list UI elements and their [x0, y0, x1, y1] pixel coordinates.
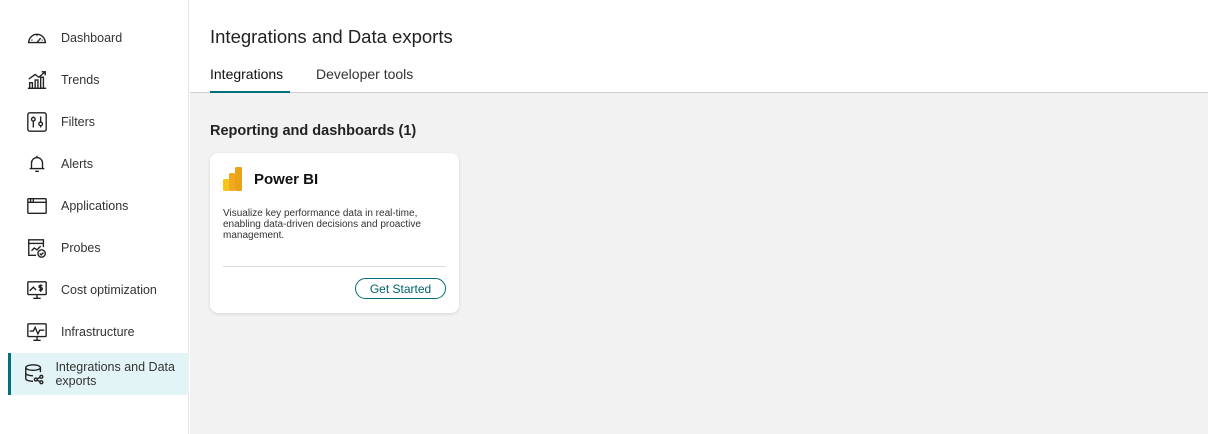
sidebar-item-label: Cost optimization — [61, 283, 157, 297]
sidebar-item-label: Integrations and Data exports — [55, 360, 175, 388]
power-bi-logo — [223, 167, 243, 191]
card-description: Visualize key performance data in real-t… — [223, 208, 421, 241]
tab-bar: Integrations Developer tools — [190, 66, 1208, 94]
sidebar-item-label: Probes — [61, 241, 101, 255]
section-title: Reporting and dashboards (1) — [210, 123, 417, 139]
sidebar-item-probes[interactable]: Probes — [8, 227, 189, 269]
sidebar-item-label: Filters — [61, 115, 96, 129]
tab-integrations[interactable]: Integrations — [210, 66, 290, 94]
page-title: Integrations and Data exports — [210, 26, 453, 47]
monitor-dollar-icon — [22, 275, 52, 305]
card-divider — [223, 266, 446, 267]
sidebar-item-applications[interactable]: Applications — [8, 185, 189, 227]
monitor-pulse-icon — [22, 317, 52, 347]
sidebar-item-filters[interactable]: Filters — [8, 101, 189, 143]
main-content: Reporting and dashboards (1) Power BI Vi… — [190, 93, 1208, 434]
sidebar-nav: Dashboard Trends Filters Alerts Applicat… — [0, 0, 189, 434]
filter-sliders-icon — [22, 107, 52, 137]
card-title: Power BI — [254, 171, 319, 188]
sidebar-item-trends[interactable]: Trends — [8, 59, 189, 101]
sidebar-item-label: Trends — [61, 73, 100, 87]
speedometer-icon — [22, 23, 52, 53]
bell-icon — [22, 149, 52, 179]
sidebar-item-integrations-and-data-exports[interactable]: Integrations and Data exports — [8, 353, 189, 395]
integration-card: Power BI Visualize key performance data … — [210, 153, 459, 313]
database-share-icon — [22, 359, 46, 389]
sidebar-item-label: Applications — [61, 199, 129, 213]
sidebar-item-dashboard[interactable]: Dashboard — [8, 17, 189, 59]
get-started-button[interactable]: Get Started — [355, 278, 446, 299]
probe-check-icon — [22, 233, 52, 263]
sidebar-item-infrastructure[interactable]: Infrastructure — [8, 311, 189, 353]
window-icon — [22, 191, 52, 221]
sidebar-item-cost-optimization[interactable]: Cost optimization — [8, 269, 189, 311]
sidebar-item-alerts[interactable]: Alerts — [8, 143, 189, 185]
sidebar-item-label: Alerts — [61, 157, 93, 171]
trend-chart-icon — [22, 65, 52, 95]
sidebar-item-label: Dashboard — [61, 31, 123, 45]
sidebar-item-label: Infrastructure — [61, 325, 135, 339]
tab-developer-tools[interactable]: Developer tools — [316, 66, 413, 93]
